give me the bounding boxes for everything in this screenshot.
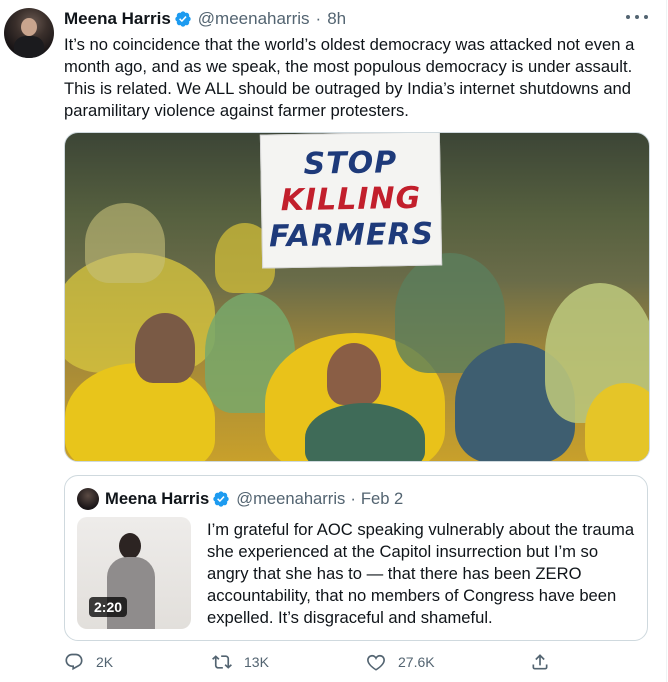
quoted-author-avatar [77,488,99,510]
author-handle[interactable]: @meenaharris [198,9,310,29]
sign-line-farmers: FARMERS [268,216,435,255]
tweet-time[interactable]: 8h [327,9,346,29]
tweet-text: It’s no coincidence that the world’s old… [64,35,635,120]
share-button[interactable] [530,652,562,672]
like-icon [367,654,385,671]
reply-icon [65,653,83,671]
sign-line-killing: KILLING [280,180,422,219]
reply-button[interactable]: 2K [64,652,113,672]
quoted-tweet-text: I’m grateful for AOC speaking vulnerably… [207,520,635,627]
reply-count: 2K [96,654,114,670]
separator-dot: · [315,9,322,28]
share-icon [532,654,548,670]
quoted-tweet[interactable]: Meena Harris @meenaharris · Feb 2 2:20 I… [64,475,648,641]
more-icon[interactable] [626,10,648,24]
retweet-icon [212,655,232,669]
video-thumbnail[interactable]: 2:20 [77,517,191,629]
verified-badge-icon [213,491,229,507]
tweet-header: Meena Harris @meenaharris · 8h [64,8,346,30]
author-avatar[interactable] [4,8,54,58]
quoted-author-handle: @meenaharris [236,489,346,508]
tweet-card[interactable]: Meena Harris @meenaharris · 8h It’s no c… [0,0,667,682]
action-bar: 2K 13K 27.6K [64,652,654,676]
author-name[interactable]: Meena Harris [64,9,171,29]
protest-sign: STOP KILLING FARMERS [259,133,443,269]
quoted-tweet-header: Meena Harris @meenaharris · Feb 2 [77,488,403,510]
video-duration: 2:20 [89,597,128,617]
sign-line-stop: STOP [303,145,398,182]
retweet-count: 13K [244,654,269,670]
quoted-tweet-date: Feb 2 [360,489,404,508]
quoted-author-name: Meena Harris [105,489,210,508]
verified-badge-icon [175,11,191,27]
like-count: 27.6K [398,654,435,670]
tweet-image[interactable]: STOP KILLING FARMERS [64,132,650,462]
separator-dot: · [350,489,356,508]
like-button[interactable]: 27.6K [366,652,435,672]
retweet-button[interactable]: 13K [212,652,269,672]
